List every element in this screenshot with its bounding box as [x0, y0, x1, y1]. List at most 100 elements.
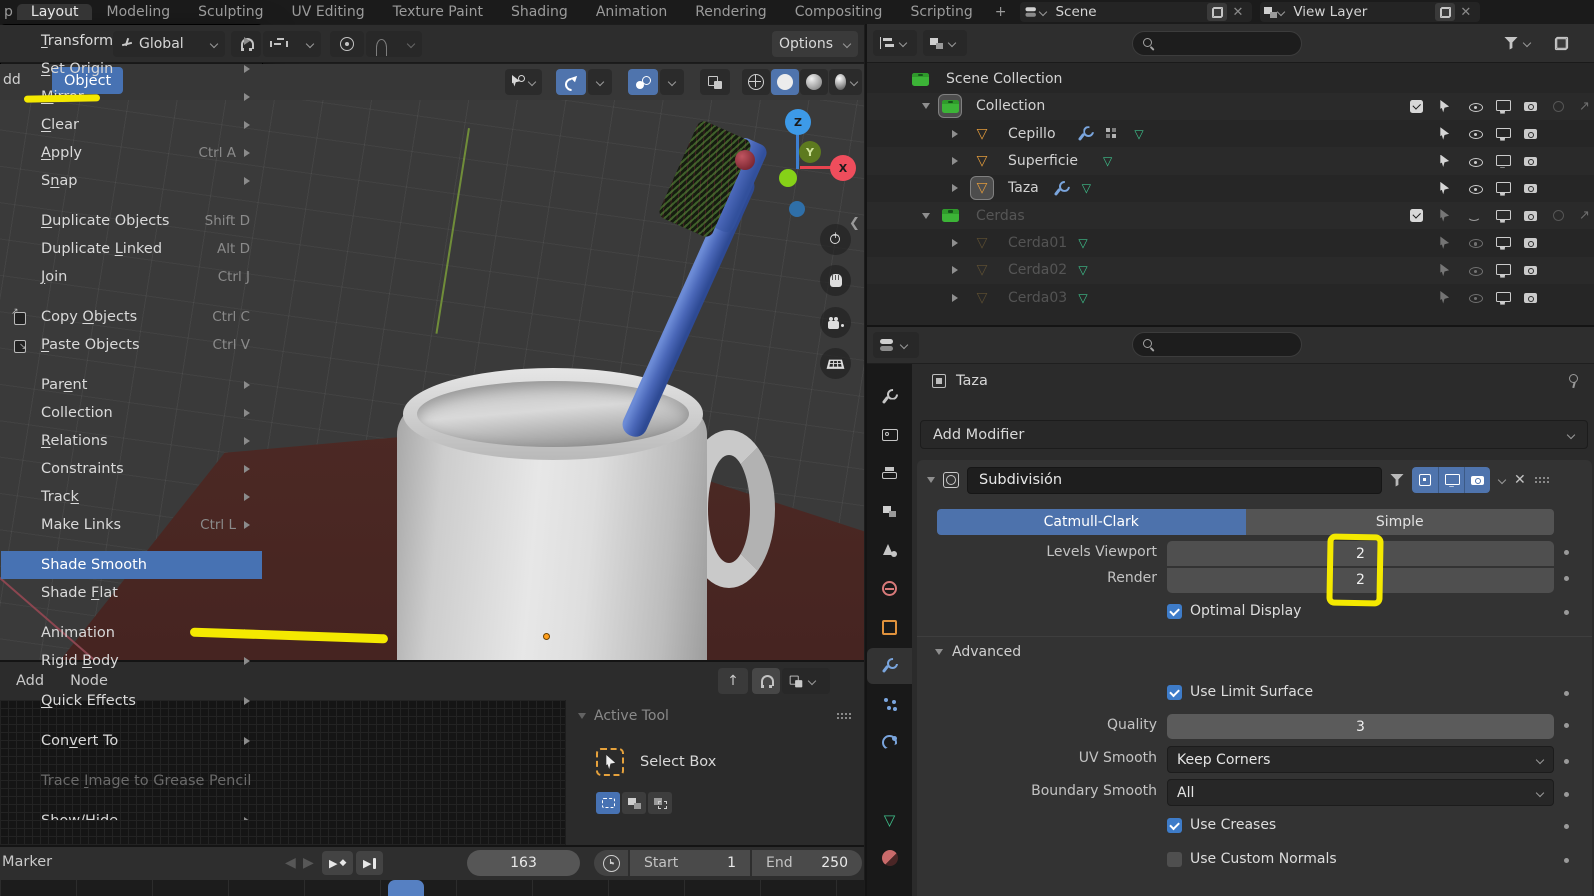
properties-tab-material[interactable] [867, 840, 912, 876]
scene-selector[interactable]: Scene ✕ [1020, 2, 1253, 22]
shading-material-button[interactable] [800, 69, 828, 95]
jump-to-end-button[interactable]: ▶ [356, 851, 383, 875]
monitor-icon[interactable] [1495, 181, 1511, 195]
expand-caret-icon[interactable] [952, 266, 958, 275]
scene-unlink-button[interactable]: ✕ [1227, 5, 1248, 20]
menu-item-shade-smooth[interactable]: Shade Smooth [1, 551, 262, 579]
eye-icon[interactable] [1468, 99, 1484, 113]
keyframe-dot[interactable] [1564, 576, 1569, 581]
gizmo-x-negative[interactable] [779, 169, 797, 187]
gizmos-toggle-button[interactable] [556, 69, 586, 95]
display-on-cage-toggle[interactable] [1412, 467, 1438, 493]
holdout-icon[interactable] [1553, 100, 1564, 112]
parent-tree-button[interactable]: ↑ [718, 668, 748, 694]
keyframe-dot[interactable] [1564, 792, 1569, 797]
playhead[interactable] [388, 880, 424, 896]
scene-copy-button[interactable] [1207, 3, 1228, 21]
camera-icon[interactable] [1523, 291, 1539, 304]
monitor-icon[interactable] [1495, 263, 1511, 277]
workspace-tab-uv-editing[interactable]: UV Editing [278, 4, 379, 20]
properties-tab-world[interactable] [867, 571, 912, 607]
cursor-icon[interactable] [1440, 291, 1450, 304]
modifier-name-field[interactable]: Subdivisión [967, 466, 1382, 494]
keyframe-dot[interactable] [1564, 759, 1569, 764]
cursor-icon[interactable] [1440, 236, 1450, 249]
timeline-ruler[interactable] [0, 880, 864, 896]
menu-item-relations[interactable]: Relations [1, 427, 262, 455]
menu-item-collection[interactable]: Collection [1, 399, 262, 427]
gizmos-dropdown[interactable] [588, 69, 612, 95]
menu-item-track[interactable]: Track [1, 483, 262, 511]
monitor-icon[interactable] [1495, 291, 1511, 305]
menu-item-join[interactable]: Join Ctrl J [1, 263, 262, 291]
outliner-row-cepillo[interactable]: ▽ Cepillo ▽ [867, 120, 1594, 147]
shading-rendered-dropdown[interactable] [829, 69, 862, 95]
checkbox-icon[interactable] [1410, 99, 1423, 113]
expand-caret-icon[interactable] [952, 238, 958, 247]
shading-wireframe-button[interactable] [742, 69, 770, 95]
monitor-icon[interactable] [1495, 236, 1511, 250]
menu-item-constraints[interactable]: Constraints [1, 455, 262, 483]
snap-target-dropdown[interactable] [263, 31, 321, 57]
outliner-row-cerda02[interactable]: ▽ Cerda02 ▽ [867, 256, 1594, 284]
advanced-section-header[interactable]: Advanced [917, 636, 1592, 666]
selectability-visibility-dropdown[interactable] [505, 69, 542, 95]
checkbox-icon[interactable] [1410, 209, 1423, 223]
properties-tab-particles[interactable] [867, 686, 912, 722]
menu-item-clear[interactable]: Clear [1, 111, 262, 139]
checkbox-use-creases[interactable] [1167, 818, 1182, 833]
outliner-display-mode-dropdown[interactable] [923, 30, 967, 56]
camera-icon[interactable] [1523, 100, 1539, 113]
pan-button[interactable] [820, 265, 851, 296]
expand-caret-icon[interactable] [952, 157, 958, 166]
camera-view-button[interactable] [820, 307, 851, 338]
ortho-toggle-button[interactable] [820, 348, 851, 379]
menu-item-convert-to[interactable]: Convert To [1, 727, 262, 755]
keyframe-dot[interactable] [1564, 723, 1569, 728]
eye-closed-icon[interactable] [1466, 209, 1482, 223]
drag-handle-icon[interactable] [1533, 476, 1550, 484]
workspace-tab-animation[interactable]: Animation [582, 4, 681, 20]
gizmo-x-axis[interactable]: X [830, 155, 856, 181]
dropdown-uv-smooth[interactable]: Keep Corners [1167, 746, 1554, 773]
expand-caret-icon[interactable] [952, 129, 958, 138]
camera-icon[interactable] [1523, 209, 1539, 222]
proportional-editing-button[interactable] [330, 31, 364, 57]
menu-item-trace-image-to-grease-pencil[interactable]: Trace Image to Grease Pencil [1, 767, 262, 795]
outliner-row-taza[interactable]: ▽ Taza ▽ [867, 175, 1594, 202]
expand-caret-icon[interactable] [927, 477, 935, 483]
eye-icon[interactable] [1468, 263, 1484, 277]
snap-mode-dropdown[interactable] [782, 668, 830, 694]
workspace-tab-partial[interactable]: p [0, 0, 17, 24]
display-viewport-toggle[interactable] [1438, 467, 1464, 493]
eye-icon[interactable] [1468, 127, 1484, 141]
cursor-icon[interactable] [1440, 263, 1450, 277]
edit-mode-display-toggle[interactable] [1390, 473, 1404, 487]
number-field-quality[interactable]: 3 [1167, 714, 1554, 739]
properties-tab-constraints[interactable] [867, 763, 912, 799]
properties-tab-output[interactable] [867, 455, 912, 491]
outliner-search-input[interactable] [1132, 31, 1302, 56]
use-preview-range-button[interactable] [594, 850, 628, 876]
xray-toggle-button[interactable] [700, 69, 730, 95]
workspace-tab-modeling[interactable]: Modeling [92, 4, 184, 20]
eye-icon[interactable] [1468, 291, 1484, 305]
outliner-row-cerdas[interactable]: Cerdas ↗ [867, 202, 1594, 230]
cursor-icon[interactable] [1440, 181, 1450, 195]
frame-end-field[interactable]: End 250 [752, 850, 862, 876]
expand-caret-icon[interactable] [922, 212, 930, 219]
properties-tab-data[interactable]: ▽ [867, 802, 912, 838]
next-keyframe-button[interactable]: ▶ ◆ [322, 851, 354, 875]
add-modifier-dropdown[interactable]: Add Modifier [920, 420, 1588, 449]
workspace-tab-layout[interactable]: Layout [16, 4, 93, 20]
camera-icon[interactable] [1523, 127, 1539, 140]
checkbox-use-custom-normals[interactable] [1167, 852, 1182, 867]
properties-tab-physics[interactable] [867, 725, 912, 761]
expand-caret-icon[interactable] [952, 184, 958, 193]
type-button-simple[interactable]: Simple [1245, 509, 1554, 535]
properties-tab-modifiers[interactable] [867, 647, 912, 684]
options-dropdown[interactable]: Options [772, 31, 858, 57]
eye-icon[interactable] [1468, 181, 1484, 195]
active-tool-header[interactable]: Active Tool [578, 708, 669, 724]
editor-type-properties-dropdown[interactable] [873, 332, 919, 358]
